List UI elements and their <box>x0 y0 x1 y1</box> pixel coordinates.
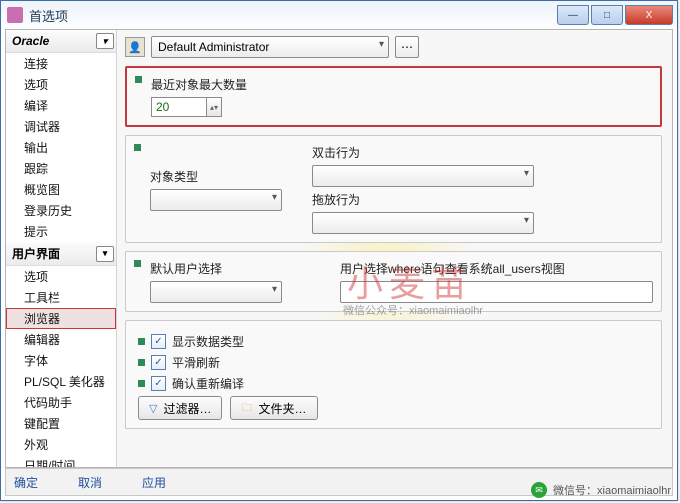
check-row: ✓ 显示数据类型 <box>138 333 651 350</box>
group-marker-icon <box>134 144 141 151</box>
tree-item[interactable]: 连接 <box>6 53 116 74</box>
recent-max-label: 最近对象最大数量 <box>151 76 650 93</box>
recompile-checkbox[interactable]: ✓ <box>151 376 166 391</box>
folder-button[interactable]: 🗀 文件夹… <box>230 396 317 420</box>
drag-drop-select[interactable] <box>312 212 534 234</box>
recent-objects-group: 最近对象最大数量 20 ▴▾ <box>125 66 662 127</box>
tree-item[interactable]: 日期/时间 <box>6 455 116 467</box>
ok-button[interactable]: 确定 <box>14 474 38 491</box>
group-marker-icon <box>138 380 145 387</box>
content-area: Oracle ▾ 连接 选项 编译 调试器 输出 跟踪 概览图 登录历史 提示 … <box>5 29 673 468</box>
tree-item[interactable]: 概览图 <box>6 179 116 200</box>
settings-panel: 👤 Default Administrator ⋯ 最近对象最大数量 20 ▴▾ <box>117 30 672 467</box>
spin-button[interactable]: ▴▾ <box>207 97 222 117</box>
object-type-label: 对象类型 <box>150 168 282 185</box>
show-type-checkbox[interactable]: ✓ <box>151 334 166 349</box>
tree-item[interactable]: 登录历史 <box>6 200 116 221</box>
tree-item[interactable]: 选项 <box>6 266 116 287</box>
titlebar: 首选项 — □ X <box>1 1 677 29</box>
tree-item[interactable]: 字体 <box>6 350 116 371</box>
smooth-refresh-checkbox[interactable]: ✓ <box>151 355 166 370</box>
app-window: 首选项 — □ X Oracle ▾ 连接 选项 编译 调试器 输出 跟踪 概览… <box>0 0 678 501</box>
default-user-select[interactable] <box>150 281 282 303</box>
apply-button[interactable]: 应用 <box>142 474 166 491</box>
tree-group-label: Oracle <box>12 34 49 48</box>
filter-button-label: 过滤器… <box>163 400 211 417</box>
filter-button[interactable]: ▽ 过滤器… <box>138 396 222 420</box>
tree-item[interactable]: 代码助手 <box>6 392 116 413</box>
profile-row: 👤 Default Administrator ⋯ <box>125 36 662 58</box>
tree-group-ui[interactable]: 用户界面 ▾ <box>6 242 116 266</box>
collapse-icon[interactable]: ▾ <box>96 33 114 49</box>
close-button[interactable]: X <box>625 5 673 25</box>
tree-item[interactable]: 跟踪 <box>6 158 116 179</box>
tree-item[interactable]: PL/SQL 美化器 <box>6 371 116 392</box>
tree-group-label: 用户界面 <box>12 245 60 262</box>
collapse-icon[interactable]: ▾ <box>96 246 114 262</box>
app-icon <box>7 7 23 23</box>
credit-label: 微信号：xiaomaimiaolhr <box>553 482 671 498</box>
tree-item[interactable]: 提示 <box>6 221 116 242</box>
maximize-button[interactable]: □ <box>591 5 623 25</box>
double-click-select[interactable] <box>312 165 534 187</box>
admin-profile-select[interactable]: Default Administrator <box>151 36 389 58</box>
tree-item-selected[interactable]: 浏览器 <box>6 308 116 329</box>
object-behavior-group: 对象类型 双击行为 拖放行为 <box>125 135 662 243</box>
check-row: ✓ 平滑刷新 <box>138 354 651 371</box>
tree-item[interactable]: 外观 <box>6 434 116 455</box>
window-buttons: — □ X <box>557 5 673 25</box>
tree-item[interactable]: 键配置 <box>6 413 116 434</box>
more-button[interactable]: ⋯ <box>395 36 419 58</box>
minimize-button[interactable]: — <box>557 5 589 25</box>
tree-item[interactable]: 调试器 <box>6 116 116 137</box>
folder-button-label: 文件夹… <box>258 400 306 417</box>
drag-drop-label: 拖放行为 <box>312 191 534 208</box>
tree-group-oracle[interactable]: Oracle ▾ <box>6 30 116 53</box>
options-group: ✓ 显示数据类型 ✓ 平滑刷新 ✓ 确认重新编译 ▽ 过滤器… <box>125 320 662 429</box>
tree-item[interactable]: 输出 <box>6 137 116 158</box>
recent-max-input[interactable]: 20 <box>151 97 207 117</box>
group-marker-icon <box>135 76 142 83</box>
check-row: ✓ 确认重新编译 <box>138 375 651 392</box>
cancel-button[interactable]: 取消 <box>78 474 102 491</box>
where-clause-input[interactable] <box>340 281 653 303</box>
sidebar-tree: Oracle ▾ 连接 选项 编译 调试器 输出 跟踪 概览图 登录历史 提示 … <box>6 30 117 467</box>
credit-overlay: ✉ 微信号：xiaomaimiaolhr <box>531 482 671 498</box>
group-marker-icon <box>138 338 145 345</box>
where-clause-label: 用户选择where语句查看系统all_users视图 <box>340 260 651 277</box>
group-marker-icon <box>138 359 145 366</box>
funnel-icon: ▽ <box>149 402 157 415</box>
object-type-select[interactable] <box>150 189 282 211</box>
window-title: 首选项 <box>29 6 557 25</box>
tree-item[interactable]: 选项 <box>6 74 116 95</box>
button-row: ▽ 过滤器… 🗀 文件夹… <box>138 396 651 420</box>
default-user-label: 默认用户选择 <box>150 260 280 277</box>
group-marker-icon <box>134 260 141 267</box>
tree-item[interactable]: 工具栏 <box>6 287 116 308</box>
smooth-refresh-label: 平滑刷新 <box>172 354 220 371</box>
tree-item[interactable]: 编辑器 <box>6 329 116 350</box>
folder-icon: 🗀 <box>241 399 252 418</box>
admin-avatar-icon: 👤 <box>125 37 145 57</box>
double-click-label: 双击行为 <box>312 144 534 161</box>
wechat-icon: ✉ <box>531 482 547 498</box>
admin-profile-label: Default Administrator <box>158 40 269 54</box>
recompile-label: 确认重新编译 <box>172 375 244 392</box>
user-select-group: 默认用户选择 用户选择where语句查看系统all_users视图 <box>125 251 662 312</box>
tree-item[interactable]: 编译 <box>6 95 116 116</box>
show-type-label: 显示数据类型 <box>172 333 244 350</box>
